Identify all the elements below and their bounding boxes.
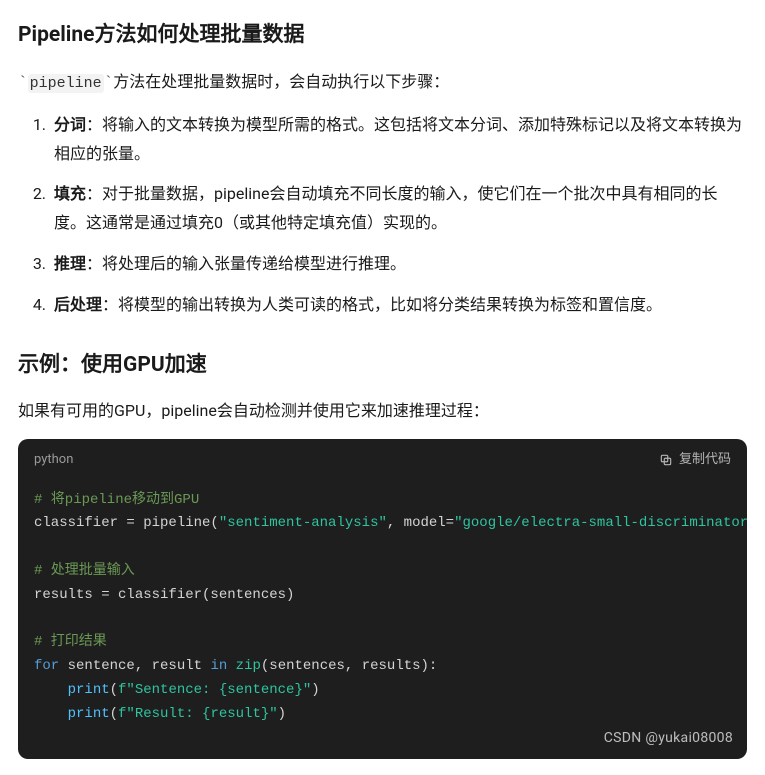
step-term: 推理 <box>54 254 86 273</box>
section-title-gpu: 示例：使用GPU加速 <box>18 348 747 384</box>
step-text: ：将模型的输出转换为人类可读的格式，比如将分类结果转换为标签和置信度。 <box>102 295 662 314</box>
list-item: 推理：将处理后的输入张量传递给模型进行推理。 <box>50 250 747 279</box>
list-item: 后处理：将模型的输出转换为人类可读的格式，比如将分类结果转换为标签和置信度。 <box>50 291 747 320</box>
copy-label: 复制代码 <box>679 449 731 471</box>
code-content: # 将pipeline移动到GPU classifier = pipeline(… <box>34 489 731 727</box>
inline-code-pipeline: pipeline <box>28 74 104 93</box>
intro-paragraph: `pipeline`方法在处理批量数据时，会自动执行以下步骤： <box>18 68 747 97</box>
step-text: ：将输入的文本转换为模型所需的格式。这包括将文本分词、添加特殊标记以及将文本转换… <box>54 115 742 163</box>
gpu-paragraph: 如果有可用的GPU，pipeline会自动检测并使用它来加速推理过程： <box>18 397 747 424</box>
step-term: 分词 <box>54 115 86 134</box>
steps-list: 分词：将输入的文本转换为模型所需的格式。这包括将文本分词、添加特殊标记以及将文本… <box>18 111 747 320</box>
step-text: ：将处理后的输入张量传递给模型进行推理。 <box>86 254 406 273</box>
code-block: python 复制代码 # 将pipeline移动到GPU classifier… <box>18 439 747 759</box>
list-item: 分词：将输入的文本转换为模型所需的格式。这包括将文本分词、添加特殊标记以及将文本… <box>50 111 747 169</box>
step-text: ：对于批量数据，pipeline会自动填充不同长度的输入，使它们在一个批次中具有… <box>54 184 717 232</box>
copy-icon <box>659 453 673 467</box>
backtick-close: ` <box>104 74 114 92</box>
copy-code-button[interactable]: 复制代码 <box>659 449 731 471</box>
section-title-batch: Pipeline方法如何处理批量数据 <box>18 18 747 54</box>
code-language-label: python <box>34 449 73 471</box>
step-term: 填充 <box>54 184 86 203</box>
intro-text: 方法在处理批量数据时，会自动执行以下步骤： <box>113 72 449 91</box>
step-term: 后处理 <box>54 295 102 314</box>
code-header: python 复制代码 <box>18 439 747 481</box>
list-item: 填充：对于批量数据，pipeline会自动填充不同长度的输入，使它们在一个批次中… <box>50 180 747 238</box>
code-body[interactable]: # 将pipeline移动到GPU classifier = pipeline(… <box>18 481 747 759</box>
backtick-open: ` <box>18 74 28 92</box>
